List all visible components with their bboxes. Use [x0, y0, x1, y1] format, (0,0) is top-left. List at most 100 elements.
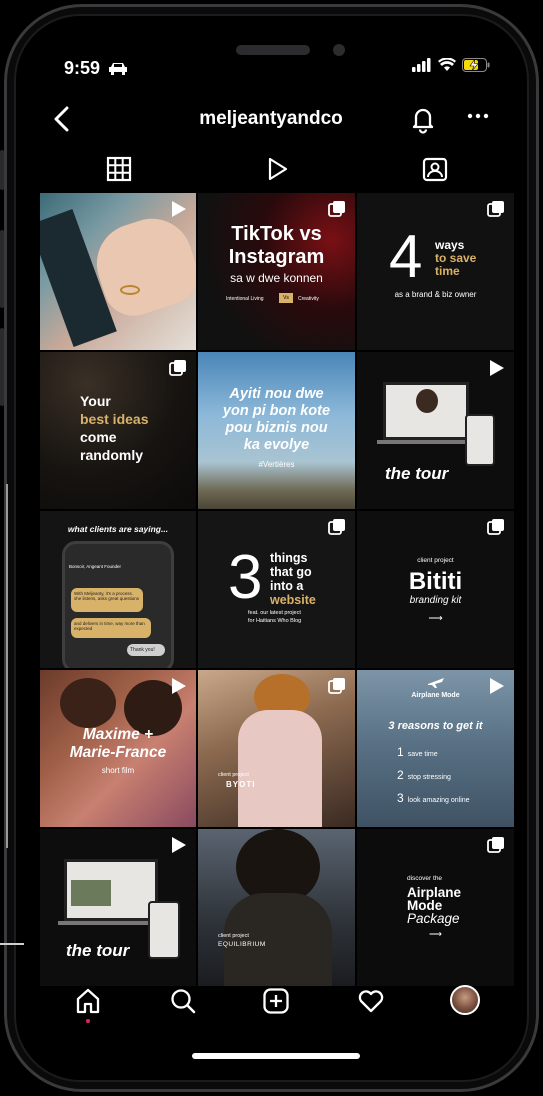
battery-charging-icon: [462, 58, 490, 72]
post-kicker: client project: [218, 772, 249, 778]
post-text: yon pi bon kote: [222, 403, 331, 419]
laptop-screen: [383, 382, 469, 440]
post-subtitle: sa w dwe konnen: [230, 271, 323, 285]
volume-up-button: [0, 230, 4, 308]
signal-icon: [412, 58, 431, 72]
reel-icon: [172, 201, 186, 217]
post-4-ways[interactable]: 4 ways to save time as a brand & biz own…: [357, 193, 514, 350]
list-number: 3: [397, 791, 404, 805]
post-title: Bititi: [408, 568, 463, 595]
profile-header: meljeantyandco: [38, 100, 504, 140]
list-item: look amazing online: [407, 797, 470, 804]
bell-icon[interactable]: [408, 104, 438, 134]
carousel-icon: [487, 837, 504, 853]
heart-icon[interactable]: [357, 987, 385, 1015]
arrow-icon: ⟶: [428, 613, 443, 624]
post-text: ways: [435, 238, 465, 252]
phone-mockup: [148, 901, 180, 959]
post-text: to save: [435, 251, 477, 265]
tab-grid-icon[interactable]: [106, 156, 132, 182]
photo-portrait: [416, 389, 438, 413]
post-airplane-reasons[interactable]: Airplane Mode 3 reasons to get it 1 save …: [357, 670, 514, 827]
carousel-icon: [328, 678, 345, 694]
post-airplane-package[interactable]: discover the Airplane Mode Package ⟶: [357, 829, 514, 986]
car-icon: [109, 63, 128, 75]
post-text: time: [435, 264, 460, 278]
tab-tagged-icon[interactable]: [422, 156, 448, 182]
post-the-tour-1[interactable]: the tour: [357, 352, 514, 509]
laptop-screen: [64, 859, 158, 921]
chat-bubble: With Meljeanty, it's a process. she list…: [71, 588, 143, 612]
background-mark: [0, 943, 24, 945]
post-text: into a: [270, 579, 304, 593]
reel-icon: [490, 360, 504, 376]
post-ayiti[interactable]: Ayiti nou dwe yon pi bon kote pou biznis…: [198, 352, 355, 509]
profile-tabs: [40, 150, 514, 190]
post-number: 3: [228, 543, 263, 612]
chat-bubble: Thank you!: [127, 644, 165, 656]
more-options-icon[interactable]: [466, 108, 490, 128]
carousel-icon: [328, 201, 345, 217]
carousel-icon: [487, 201, 504, 217]
post-subtitle: short film: [101, 766, 135, 775]
post-the-tour-2[interactable]: the tour: [40, 829, 196, 986]
post-tiktok-vs-instagram[interactable]: TikTok vs Instagram sa w dwe konnen Inte…: [198, 193, 355, 350]
post-kicker: discover the: [407, 875, 443, 882]
chat-bubble: and delivers in time, way more than expe…: [71, 618, 151, 638]
wifi-icon: [438, 58, 456, 71]
post-title: Package: [407, 911, 460, 926]
search-icon[interactable]: [169, 987, 197, 1015]
phone-mockup: Bonsoir, Angeant Founder With Meljeanty,…: [62, 541, 174, 668]
post-brand: EQUILIBRIUM: [218, 941, 266, 948]
list-number: 1: [397, 745, 404, 759]
post-tag: Creativity: [298, 296, 319, 302]
reasons-list: 1 save time 2 stop stressing 3 look amazing…: [397, 742, 470, 811]
photo-ring: [120, 285, 140, 295]
post-caption: feat. our latest project: [248, 610, 301, 616]
post-caption: as a brand & biz owner: [394, 290, 477, 299]
post-title: Maxime +: [82, 726, 154, 743]
post-text: website: [270, 593, 316, 607]
speaker-grille: [236, 45, 310, 55]
status-indicators: [412, 58, 490, 72]
post-text: things: [270, 551, 308, 565]
posts-grid: TikTok vs Instagram sa w dwe konnen Inte…: [40, 193, 514, 986]
volume-down-button: [0, 328, 4, 406]
laptop-base: [377, 440, 475, 444]
notification-dot: [86, 1019, 90, 1023]
post-text: Your: [80, 393, 111, 409]
list-item: stop stressing: [407, 774, 451, 781]
post-best-ideas[interactable]: Your best ideas come randomly: [40, 352, 196, 509]
post-text: ka evolye: [243, 437, 310, 453]
post-3-things[interactable]: 3 things that go into a website feat. ou…: [198, 511, 355, 668]
post-bititi[interactable]: client project Bititi branding kit ⟶: [357, 511, 514, 668]
post-number: 4: [389, 223, 423, 290]
post-kicker: client project: [218, 933, 249, 939]
home-icon[interactable]: [74, 987, 102, 1015]
reel-icon: [172, 837, 186, 853]
home-indicator[interactable]: [192, 1053, 360, 1059]
post-equilibrium[interactable]: client project EQUILIBRIUM: [198, 829, 355, 986]
post-maxime-marie-france[interactable]: Maxime + Marie-France short film: [40, 670, 196, 827]
tab-reels-icon[interactable]: [264, 156, 290, 182]
post-kicker: 3 reasons to get it: [388, 720, 483, 732]
post-byoti[interactable]: client project BYOTI: [198, 670, 355, 827]
post-title: TikTok vs: [231, 223, 322, 245]
post-title: Marie-France: [69, 744, 167, 761]
arrow-icon: ⟶: [429, 929, 442, 939]
list-number: 2: [397, 768, 404, 782]
phone-mockup: [465, 414, 495, 466]
post-brand: BYOTI: [226, 780, 256, 789]
chat-name: Bonsoir, Angeant Founder: [69, 564, 122, 569]
post-hashtag: #Vertières: [258, 460, 295, 469]
create-post-icon[interactable]: [262, 987, 290, 1015]
bottom-navigation: [40, 975, 514, 1025]
list-item: save time: [407, 751, 438, 758]
post-client-testimonial[interactable]: what clients are saying... Bonsoir, Ange…: [40, 511, 196, 668]
post-text: that go: [270, 565, 312, 579]
post-hand-ring[interactable]: [40, 193, 196, 350]
profile-avatar[interactable]: [450, 985, 480, 1015]
post-caption: for Haitians Who Blog: [248, 618, 302, 624]
carousel-icon: [169, 360, 186, 376]
post-text: Ayiti nou dwe: [229, 386, 324, 402]
